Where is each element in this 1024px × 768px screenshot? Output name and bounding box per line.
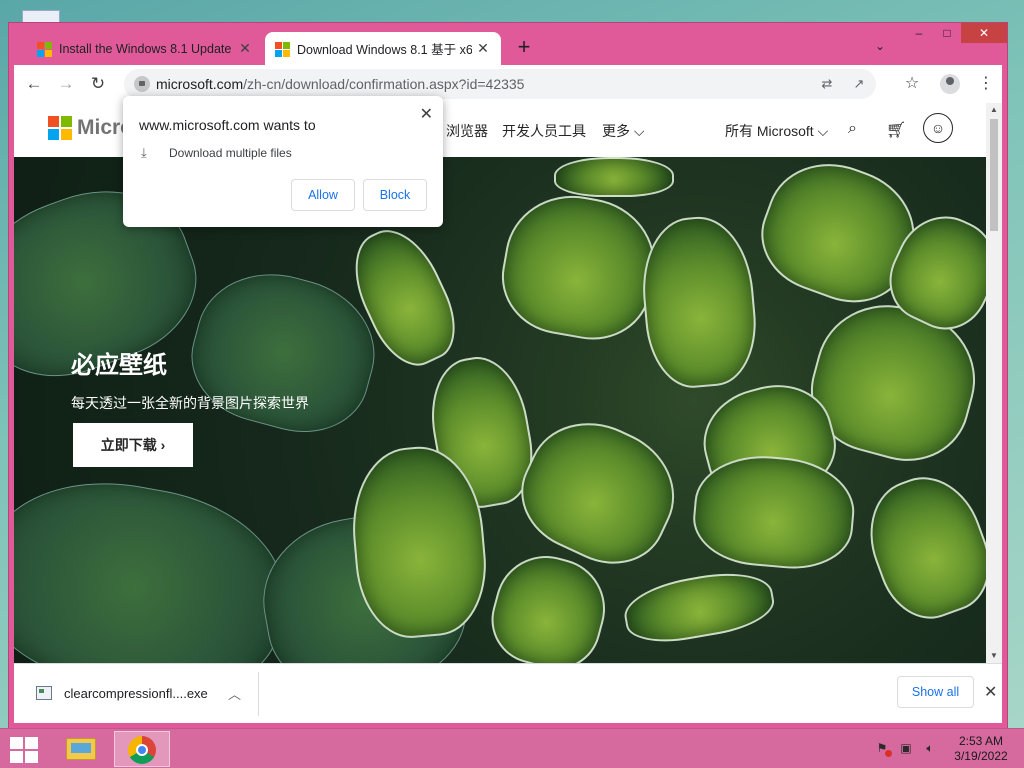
scroll-thumb[interactable] xyxy=(990,119,998,231)
microsoft-favicon-icon xyxy=(275,42,290,57)
permission-prompt: www.microsoft.com wants to ✕ ⤓ Download … xyxy=(123,96,443,227)
show-all-button[interactable]: Show all xyxy=(897,676,974,708)
succulent-leaf xyxy=(554,157,674,197)
chevron-up-icon[interactable]: ︿ xyxy=(228,684,241,703)
cart-icon[interactable]: 🛒︎ xyxy=(886,120,906,140)
close-icon[interactable]: ✕ xyxy=(420,104,433,124)
lock-icon[interactable] xyxy=(134,76,150,92)
scroll-down-arrow-icon[interactable]: ▼ xyxy=(986,649,1002,663)
volume-icon[interactable]: 🔈︎ xyxy=(922,741,938,757)
close-icon[interactable]: ✕ xyxy=(475,40,491,56)
minimize-button[interactable]: – xyxy=(905,23,933,43)
nav-browser[interactable]: 浏览器 xyxy=(446,121,488,141)
clock-time: 2:53 AM xyxy=(958,734,1004,748)
permission-title: www.microsoft.com wants to xyxy=(139,117,316,133)
chrome-icon xyxy=(128,736,156,764)
clock-date: 3/19/2022 xyxy=(954,749,1008,763)
nav-all-microsoft[interactable]: 所有 Microsoft ⌵ xyxy=(725,121,828,141)
succulent-leaf xyxy=(503,401,695,583)
succulent-leaf xyxy=(481,544,617,663)
share-icon[interactable]: ↗ xyxy=(850,75,868,93)
tab-strip: Install the Windows 8.1 Update ( ✕ Downl… xyxy=(9,23,1007,65)
download-now-button[interactable]: 立即下载 › xyxy=(73,423,193,467)
url-text[interactable]: microsoft.com/zh-cn/download/confirmatio… xyxy=(156,76,524,92)
download-file-name[interactable]: clearcompressionfl....exe xyxy=(64,686,208,701)
star-icon[interactable]: ☆ xyxy=(900,72,924,96)
maximize-button[interactable]: □ xyxy=(933,23,961,43)
succulent-leaf xyxy=(619,564,779,650)
close-icon[interactable]: ✕ xyxy=(237,40,253,56)
windows-start-icon[interactable] xyxy=(10,737,38,763)
taskbar: ⚑ ▣ 🔈︎ 2:53 AM 3/19/2022 xyxy=(0,728,1024,768)
succulent-leaf xyxy=(492,185,666,349)
menu-icon[interactable]: ⋮ xyxy=(974,72,998,96)
flag-icon[interactable]: ⚑ xyxy=(874,741,892,757)
taskbar-chrome[interactable] xyxy=(114,731,170,767)
file-explorer-icon xyxy=(66,738,96,760)
succulent-leaf xyxy=(689,450,859,574)
allow-button[interactable]: Allow xyxy=(291,179,355,211)
back-arrow-icon[interactable]: ← xyxy=(22,72,46,96)
network-icon[interactable]: ▣ xyxy=(898,741,914,757)
permission-item: Download multiple files xyxy=(169,146,292,160)
tab-title: Install the Windows 8.1 Update ( xyxy=(59,41,234,56)
reload-icon[interactable]: ↻ xyxy=(86,72,110,96)
hero-banner: 必应壁纸 每天透过一张全新的背景图片探索世界 立即下载 › xyxy=(14,157,986,663)
succulent-leaf xyxy=(636,212,762,392)
block-button[interactable]: Block xyxy=(363,179,427,211)
scroll-up-arrow-icon[interactable]: ▲ xyxy=(986,103,1002,117)
forward-arrow-icon[interactable]: → xyxy=(54,72,78,96)
succulent-leaf xyxy=(853,462,986,632)
tab-title: Download Windows 8.1 基于 x64 xyxy=(297,43,472,57)
new-tab-button[interactable]: + xyxy=(512,36,536,60)
hero-title: 必应壁纸 xyxy=(71,352,167,379)
search-icon[interactable]: ⌕ xyxy=(848,120,857,138)
taskbar-clock[interactable]: 2:53 AM 3/19/2022 xyxy=(948,734,1014,764)
divider xyxy=(258,672,259,716)
profile-icon[interactable] xyxy=(940,74,960,94)
taskbar-file-explorer[interactable] xyxy=(52,731,108,767)
download-icon: ⤓ xyxy=(141,145,147,160)
close-icon[interactable]: ✕ xyxy=(984,682,997,702)
tab-download-windows[interactable]: Download Windows 8.1 基于 x64 ✕ xyxy=(265,32,501,65)
hero-subtitle: 每天透过一张全新的背景图片探索世界 xyxy=(71,395,309,411)
window-controls: – □ ✕ xyxy=(905,23,1007,45)
nav-developer-tools[interactable]: 开发人员工具 xyxy=(502,121,586,141)
page-scrollbar[interactable]: ▲ ▼ xyxy=(986,103,1002,663)
exe-file-icon xyxy=(36,686,52,700)
microsoft-favicon-icon xyxy=(37,42,52,57)
account-icon[interactable]: ☺︎ xyxy=(923,113,953,143)
nav-more[interactable]: 更多 ⌵ xyxy=(602,121,645,141)
background-leaf xyxy=(14,462,300,663)
translate-icon[interactable]: ⇄ xyxy=(818,75,836,93)
close-window-button[interactable]: ✕ xyxy=(961,23,1007,43)
address-bar[interactable]: microsoft.com/zh-cn/download/confirmatio… xyxy=(124,69,876,99)
download-shelf: clearcompressionfl....exe ︿ Show all ✕ xyxy=(14,663,1002,723)
microsoft-logo-icon[interactable] xyxy=(48,116,72,140)
tab-search-chevron-icon[interactable]: ⌄ xyxy=(871,39,889,57)
tab-install-update[interactable]: Install the Windows 8.1 Update ( ✕ xyxy=(27,32,263,65)
